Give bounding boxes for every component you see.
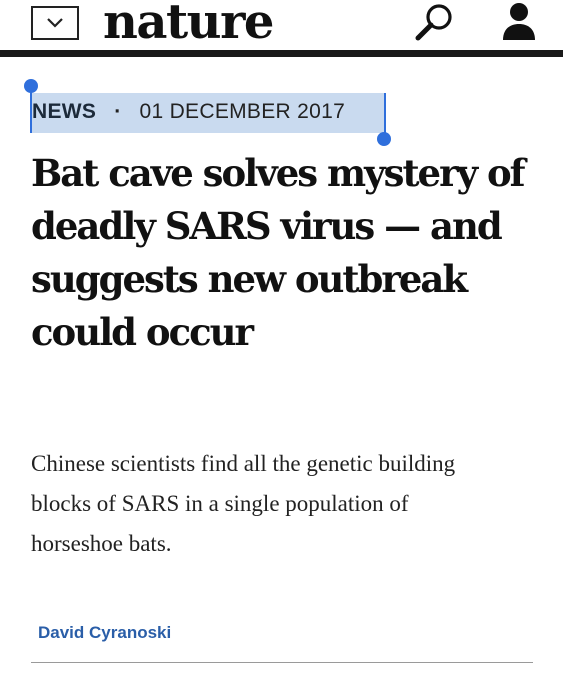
article-headline: Bat cave solves mystery of deadly SARS v… — [31, 151, 526, 354]
article-type-label: NEWS — [32, 100, 97, 123]
user-icon — [503, 3, 535, 40]
author-divider — [31, 662, 533, 663]
account-button[interactable] — [500, 1, 538, 41]
article-meta-text[interactable]: NEWS · 01 DECEMBER 2017 — [32, 100, 345, 124]
selection-end-handle-knob[interactable] — [377, 132, 391, 146]
selection-start-handle-bar[interactable] — [30, 88, 32, 133]
article-meta: NEWS · 01 DECEMBER 2017 — [31, 93, 384, 133]
site-header: nature — [0, 0, 563, 50]
meta-separator: · — [114, 100, 122, 123]
author-link[interactable]: David Cyranoski — [38, 623, 171, 643]
chevron-down-icon — [47, 18, 63, 28]
selection-end-handle-bar[interactable] — [384, 93, 386, 137]
search-button[interactable] — [414, 2, 456, 42]
search-icon — [415, 4, 452, 41]
header-divider — [0, 50, 563, 57]
publish-date: 01 DECEMBER 2017 — [139, 100, 346, 123]
menu-toggle-button[interactable] — [31, 6, 79, 40]
nature-logo[interactable]: nature — [103, 0, 274, 46]
article-standfirst: Chinese scientists find all the genetic … — [31, 451, 456, 556]
